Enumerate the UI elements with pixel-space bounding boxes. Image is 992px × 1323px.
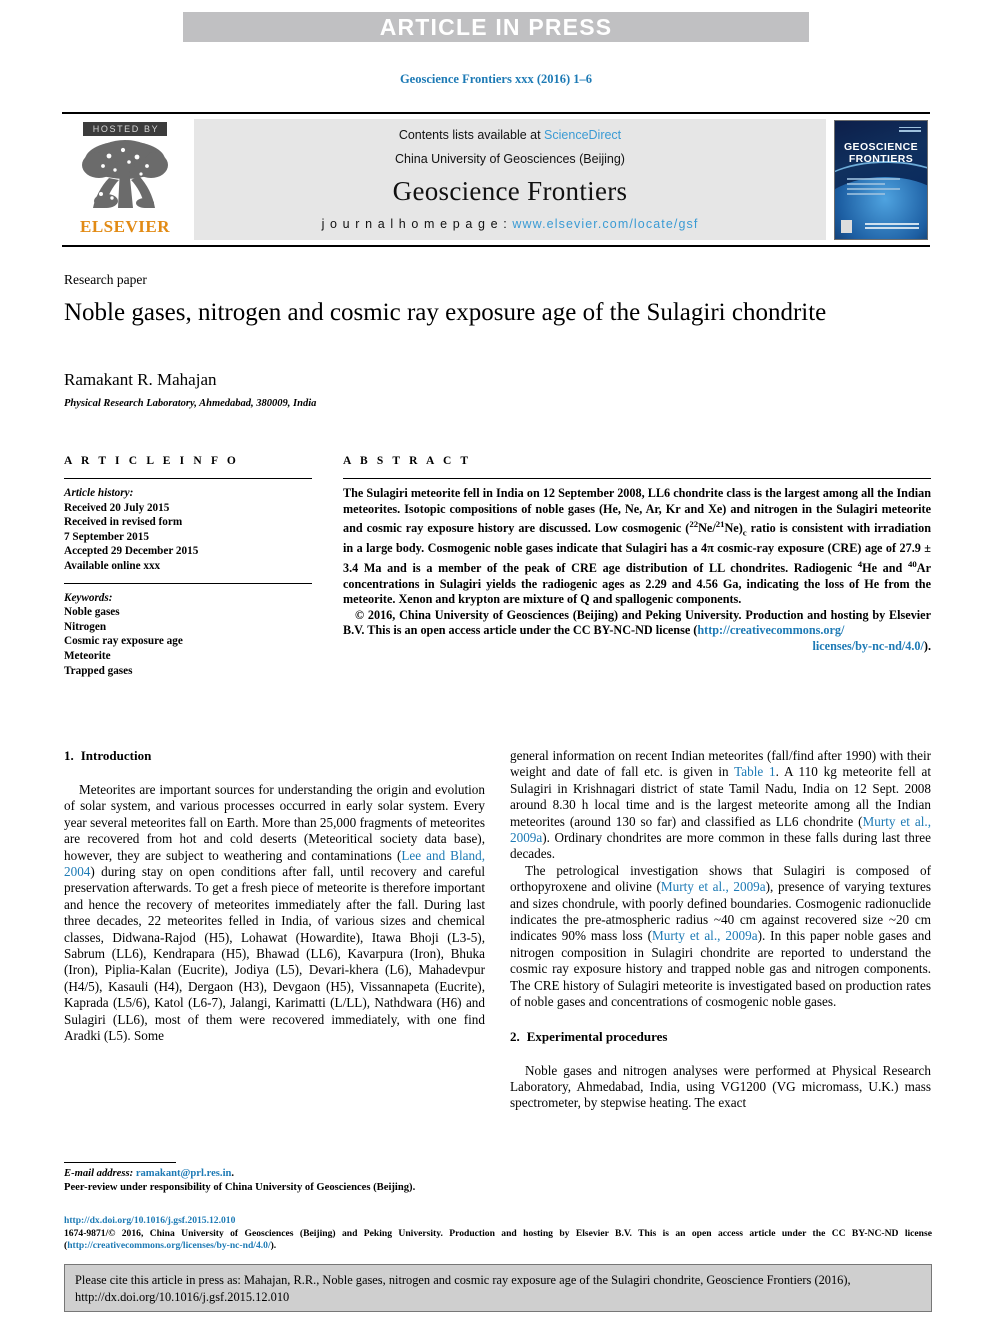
section-heading-introduction: 1. Introduction	[64, 748, 485, 764]
citation-murty-2009a[interactable]: Murty et al., 2009a	[661, 879, 766, 894]
cover-title: GEOSCIENCE FRONTIERS	[835, 141, 927, 165]
keyword-item: Nitrogen	[64, 620, 107, 633]
history-item: 7 September 2015	[64, 530, 149, 543]
running-head: Geoscience Frontiers xxx (2016) 1–6	[399, 72, 593, 86]
article-history-label: Article history:	[64, 487, 134, 499]
article-page: ARTICLE IN PRESS Geoscience Frontiers xx…	[0, 0, 992, 1323]
abstract-heading: A B S T R A C T	[343, 455, 472, 467]
keyword-item: Trapped gases	[64, 664, 133, 677]
elsevier-logo-block: HOSTED BY ELSEVIER	[62, 119, 188, 240]
cover-bottom-lines	[865, 223, 919, 230]
contents-prefix: Contents lists available at	[398, 128, 545, 142]
abstract-text-c: Ne)	[724, 521, 743, 536]
cover-subtitle	[835, 167, 927, 171]
section-heading-experimental: 2. Experimental procedures	[510, 1029, 931, 1045]
abstract-text-b: Ne/	[698, 521, 716, 536]
license-link-part1[interactable]: http://creativecommons.org/	[697, 623, 844, 637]
history-item: Accepted 29 December 2015	[64, 545, 199, 558]
email-line: E-mail address: ramakant@prl.res.in.	[64, 1167, 494, 1181]
publisher-line: China University of Geosciences (Beijing…	[395, 152, 625, 166]
masthead-center: Contents lists available at ScienceDirec…	[194, 119, 826, 240]
section-number: 2.	[510, 1028, 520, 1044]
license-link-part2[interactable]: licenses/by-nc-nd/4.0/	[813, 639, 924, 653]
journal-homepage-link[interactable]: www.elsevier.com/locate/gsf	[512, 217, 698, 231]
affiliation: Physical Research Laboratory, Ahmedabad,…	[64, 398, 317, 409]
homepage-label: j o u r n a l h o m e p a g e :	[321, 217, 513, 231]
journal-homepage-line: j o u r n a l h o m e p a g e : www.else…	[322, 217, 699, 231]
experimental-paragraph-1: Noble gases and nitrogen analyses were p…	[510, 1062, 931, 1111]
intro2-text-c: ). Ordinary chondrites are more common i…	[510, 830, 931, 862]
abstract-block: A B S T R A C T The Sulagiri meteorite f…	[343, 455, 931, 655]
footnote-block: E-mail address: ramakant@prl.res.in. Pee…	[64, 1167, 494, 1195]
section-title: Experimental procedures	[526, 1028, 668, 1044]
footnote-rule	[64, 1162, 176, 1163]
bottom-license-link[interactable]: http://creativecommons.org/licenses/by-n…	[67, 1240, 270, 1251]
section-title: Introduction	[80, 748, 152, 763]
body-column-left: 1. Introduction Meteorites are important …	[64, 748, 485, 1045]
cover-text-lines	[847, 177, 915, 198]
cover-title-line2: FRONTIERS	[848, 152, 914, 165]
abstract-body: The Sulagiri meteorite fell in India on …	[343, 486, 931, 655]
article-info-rule	[64, 478, 312, 479]
cover-title-line1: GEOSCIENCE	[843, 140, 918, 153]
keywords-label: Keywords:	[64, 591, 113, 604]
cover-elsevier-icon	[841, 219, 852, 233]
keyword-item: Meteorite	[64, 649, 111, 662]
email-link[interactable]: ramakant@prl.res.in	[136, 1168, 232, 1179]
intro-text-b: ) during stay on open conditions after f…	[64, 864, 485, 1044]
author-list: Ramakant R. Mahajan	[64, 370, 217, 389]
history-item: Received 20 July 2015	[64, 501, 170, 514]
abstract-copyright-paragraph: © 2016, China University of Geosciences …	[343, 608, 931, 655]
abstract-text-e: He and	[862, 560, 909, 575]
bottom-copyright-b: ).	[270, 1240, 277, 1252]
abstract-rule	[343, 478, 931, 479]
abstract-paragraph: The Sulagiri meteorite fell in India on …	[343, 486, 931, 608]
history-item: Received in revised form	[64, 516, 183, 529]
ne22-superscript: 22	[689, 519, 699, 530]
journal-title: Geoscience Frontiers	[392, 176, 628, 206]
journal-masthead: HOSTED BY ELSEVIER Contents lists availa…	[62, 112, 930, 247]
intro-paragraph-1: Meteorites are important sources for und…	[64, 782, 485, 1045]
keyword-item: Cosmic ray exposure age	[64, 635, 183, 648]
intro-paragraph-2: general information on recent Indian met…	[510, 748, 931, 863]
elsevier-wordmark: ELSEVIER	[80, 217, 170, 236]
page-title: Noble gases, nitrogen and cosmic ray exp…	[64, 299, 827, 326]
sciencedirect-link[interactable]: ScienceDirect	[544, 128, 621, 142]
contents-lists-line: Contents lists available at ScienceDirec…	[399, 128, 621, 142]
journal-cover-block: GEOSCIENCE FRONTIERS	[832, 119, 930, 240]
bottom-copyright-text: 1674-9871/© 2016, China University of Ge…	[64, 1228, 932, 1253]
copyright-text-b: ).	[923, 638, 931, 653]
article-info-heading: A R T I C L E I N F O	[64, 455, 239, 467]
hosted-by-label: HOSTED BY	[82, 122, 168, 136]
body-column-right: general information on recent Indian met…	[510, 748, 931, 1112]
history-item: Available online xxx	[64, 559, 161, 572]
article-info-block: A R T I C L E I N F O Article history: R…	[64, 455, 312, 678]
email-tail: .	[231, 1168, 235, 1179]
keywords-rule	[64, 582, 312, 584]
elsevier-tree-icon	[79, 138, 171, 217]
citation-murty-2009a[interactable]: Murty et al., 2009a	[652, 928, 758, 943]
article-in-press-banner: ARTICLE IN PRESS	[183, 12, 809, 42]
intro-paragraph-3: The petrological investigation shows tha…	[510, 863, 931, 1011]
doi-link[interactable]: http://dx.doi.org/10.1016/j.gsf.2015.12.…	[64, 1215, 932, 1228]
bottom-copyright-block: http://dx.doi.org/10.1016/j.gsf.2015.12.…	[64, 1215, 932, 1253]
ar40-superscript: 40	[908, 558, 917, 569]
cite-this-article-box: Please cite this article in press as: Ma…	[64, 1264, 932, 1312]
keyword-item: Noble gases	[64, 606, 120, 619]
table-1-reference[interactable]: Table 1	[734, 764, 775, 779]
section-number: 1.	[64, 748, 74, 763]
journal-cover-image: GEOSCIENCE FRONTIERS	[834, 119, 928, 240]
cover-topright-lines	[899, 126, 921, 134]
email-label: E-mail address:	[64, 1168, 134, 1179]
peer-review-line: Peer-review under responsibility of Chin…	[64, 1182, 416, 1193]
article-type-label: Research paper	[64, 272, 147, 287]
